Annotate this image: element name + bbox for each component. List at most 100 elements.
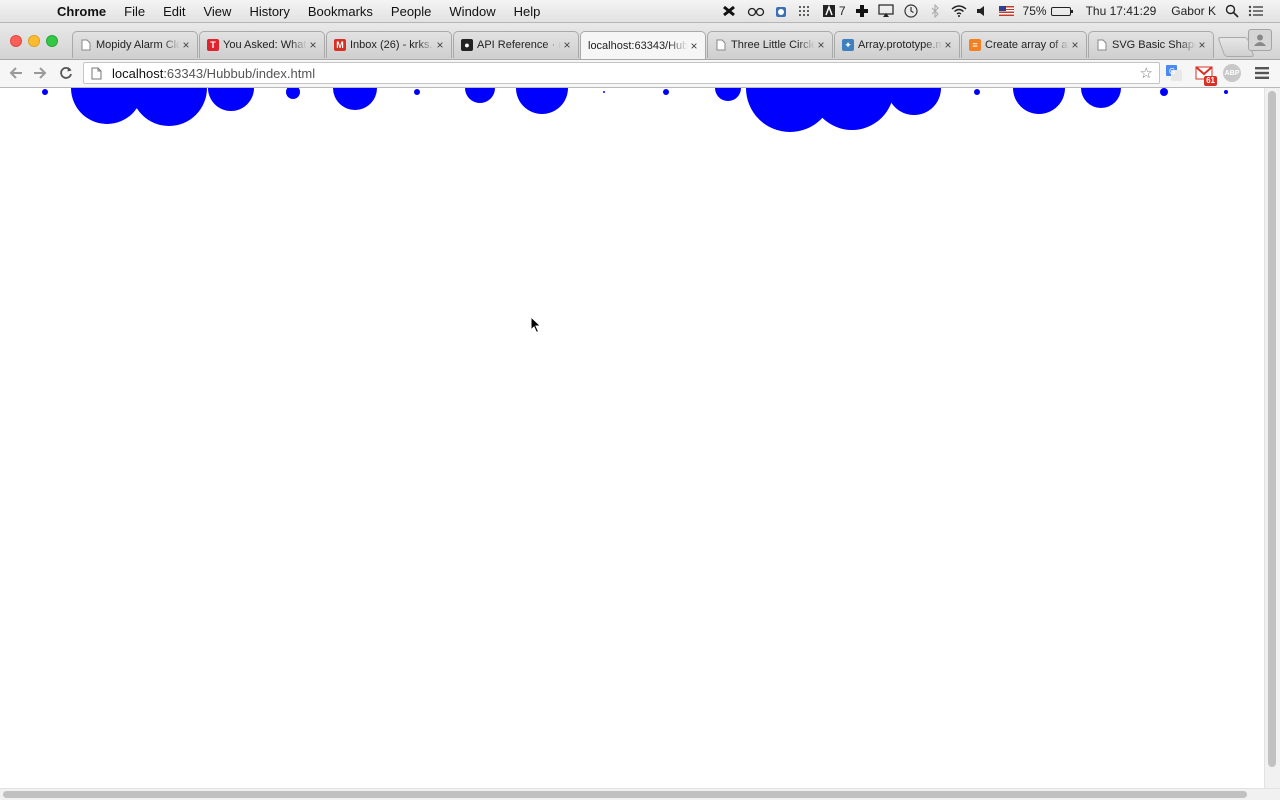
mouse-pointer-icon [530, 316, 542, 334]
menu-edit[interactable]: Edit [154, 4, 194, 19]
url-path: :63343/Hubbub/index.html [163, 65, 316, 81]
menu-help[interactable]: Help [505, 4, 550, 19]
tab-close-icon[interactable]: × [1069, 38, 1081, 52]
airplay-icon[interactable] [877, 3, 894, 19]
time-machine-icon[interactable] [903, 3, 919, 19]
url-host: localhost [112, 65, 164, 81]
horizontal-scrollbar[interactable] [0, 788, 1280, 800]
mdn-icon: ✦ [842, 39, 854, 51]
address-bar[interactable]: localhost:63343/Hubbub/index.html ☆ [83, 62, 1160, 84]
tab-8[interactable]: SVG Basic Shapes× [1088, 31, 1214, 58]
circles-canvas [42, 88, 1228, 132]
tab-title: Array.prototype.map [858, 39, 942, 51]
blue-circle-7 [465, 88, 495, 103]
tab-title: Three Little Circles [731, 39, 815, 51]
clock[interactable]: Thu 17:41:29 [1086, 3, 1157, 19]
chrome-menu-icon[interactable] [1252, 63, 1272, 83]
tab-title: Create array of all [985, 39, 1069, 51]
adblock-plus-icon[interactable]: ABP [1222, 63, 1242, 83]
adobe-icon[interactable]: 7 [822, 3, 846, 19]
blue-circle-15 [974, 89, 980, 95]
tab-5[interactable]: Three Little Circles × [707, 31, 833, 58]
alarm-clock-icon[interactable] [774, 3, 788, 19]
battery-percent: 75% [1022, 4, 1047, 18]
blue-circle-0 [42, 89, 48, 95]
tab-close-icon[interactable]: × [815, 38, 827, 52]
tab-close-icon[interactable]: × [307, 38, 319, 52]
t-logo-icon: T [207, 39, 219, 51]
window-close-button[interactable] [10, 35, 22, 47]
blue-circle-18 [1160, 88, 1168, 96]
volume-icon[interactable] [976, 3, 990, 19]
vertical-scroll-thumb[interactable] [1268, 91, 1276, 767]
tab-3[interactable]: ● API Reference · m × [453, 31, 579, 58]
wifi-icon[interactable] [951, 3, 967, 19]
tab-title: API Reference · m [477, 39, 561, 51]
forward-arrow-icon[interactable] [30, 63, 50, 83]
blue-circle-11 [715, 88, 741, 101]
menu-window[interactable]: Window [440, 4, 504, 19]
abp-label: ABP [1223, 64, 1241, 82]
tab-close-icon[interactable]: × [1196, 38, 1208, 52]
menu-history[interactable]: History [240, 4, 298, 19]
vertical-scrollbar[interactable] [1264, 88, 1280, 788]
blue-circle-6 [414, 89, 420, 95]
infinity-icon[interactable] [720, 3, 738, 19]
blue-circle-19 [1224, 90, 1228, 94]
page-viewport [0, 88, 1264, 788]
page-info-icon[interactable] [91, 66, 105, 80]
tab-2[interactable]: M Inbox (26) - krks. × [326, 31, 452, 58]
gmail-extension-icon[interactable]: 61 [1194, 63, 1217, 86]
bluetooth-icon[interactable] [928, 3, 942, 19]
menu-bookmarks[interactable]: Bookmarks [299, 4, 382, 19]
menu-view[interactable]: View [194, 4, 240, 19]
horizontal-scroll-thumb[interactable] [3, 791, 1247, 798]
reload-icon[interactable] [56, 63, 76, 83]
tab-title: localhost:63343/Hubbub [588, 39, 688, 52]
tab-1[interactable]: T You Asked: What's × [199, 31, 325, 58]
tab-strip: Mopidy Alarm Clock×TYou Asked: What's×MI… [0, 23, 1280, 60]
spotlight-search-icon[interactable] [1225, 3, 1239, 19]
menu-file[interactable]: File [115, 4, 154, 19]
tab-close-icon[interactable]: × [180, 38, 192, 52]
tabs: Mopidy Alarm Clock×TYou Asked: What's×MI… [72, 31, 1255, 59]
notification-center-icon[interactable] [1248, 3, 1264, 19]
back-arrow-icon[interactable] [6, 63, 26, 83]
tab-title: Inbox (26) - krks. [350, 39, 433, 51]
user-name[interactable]: Gabor K [1171, 3, 1216, 19]
glasses-icon[interactable] [747, 3, 765, 19]
stackoverflow-icon: ≡ [969, 39, 981, 51]
menu-people[interactable]: People [382, 4, 440, 19]
grid-dots-icon[interactable] [797, 3, 813, 19]
page-icon [715, 39, 727, 51]
window-minimize-button[interactable] [28, 35, 40, 47]
battery-status[interactable]: 75% [1022, 3, 1073, 19]
blue-circle-17 [1081, 88, 1121, 108]
blue-circle-5 [333, 88, 377, 110]
svg-text:G: G [1169, 67, 1175, 76]
person-icon [1254, 34, 1266, 46]
gmail-unread-badge: 61 [1204, 76, 1217, 86]
menu-app-name[interactable]: Chrome [48, 4, 115, 19]
cross-plus-icon[interactable] [855, 3, 869, 19]
tab-0[interactable]: Mopidy Alarm Clock× [72, 31, 198, 58]
browser-toolbar: localhost:63343/Hubbub/index.html ☆ G 61… [0, 60, 1280, 88]
tab-close-icon[interactable]: × [688, 39, 700, 53]
tab-6[interactable]: ✦ Array.prototype.map× [834, 31, 960, 58]
tab-close-icon[interactable]: × [434, 38, 446, 52]
github-icon: ● [461, 39, 473, 51]
profile-avatar-button[interactable] [1248, 29, 1272, 51]
tab-4[interactable]: localhost:63343/Hubbub× [580, 31, 706, 59]
mac-menu-bar: Chrome File Edit View History Bookmarks … [0, 0, 1280, 23]
tab-close-icon[interactable]: × [561, 38, 573, 52]
tab-close-icon[interactable]: × [942, 38, 954, 52]
blue-circle-3 [208, 88, 254, 111]
blue-circle-10 [663, 89, 669, 95]
page-icon [1096, 39, 1108, 51]
tab-7[interactable]: ≡ Create array of all × [961, 31, 1087, 58]
window-zoom-button[interactable] [46, 35, 58, 47]
us-flag-icon[interactable] [998, 3, 1014, 19]
tab-title: SVG Basic Shapes [1112, 39, 1196, 51]
translate-extension-icon[interactable]: G [1164, 63, 1184, 83]
bookmark-star-icon[interactable]: ☆ [1140, 64, 1153, 82]
